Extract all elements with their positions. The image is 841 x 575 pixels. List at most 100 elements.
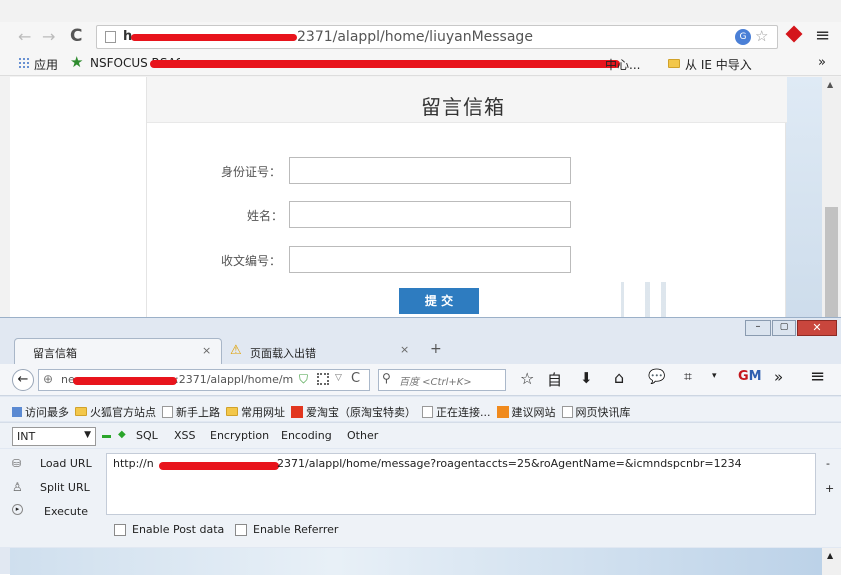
field-label-name: 姓名： <box>247 209 284 223</box>
increment-icon[interactable]: ◆ <box>118 429 126 440</box>
decrement-icon[interactable] <box>102 435 111 438</box>
new-tab-button[interactable]: + <box>430 341 442 357</box>
select-value: INT <box>17 430 36 443</box>
redaction <box>73 377 177 385</box>
red-extension-icon[interactable] <box>785 25 803 43</box>
bookmark-taobao[interactable]: 爱淘宝（原淘宝特卖） <box>291 402 416 421</box>
execute-button[interactable]: Execute <box>44 505 88 518</box>
dropdown-arrow-icon[interactable]: ▾ <box>712 371 717 381</box>
tab-label: 留言信箱 <box>33 347 77 360</box>
dropdown-icon[interactable]: ▽ <box>335 373 342 383</box>
bookmark-getting-started[interactable]: 新手上路 <box>162 402 220 421</box>
referrer-checkbox[interactable] <box>235 524 247 536</box>
bookmark-label: 网页快讯库 <box>575 405 631 419</box>
post-checkbox[interactable] <box>114 524 126 536</box>
scroll-up-icon[interactable]: ▲ <box>827 551 833 560</box>
bookmark-star-icon[interactable]: ☆ <box>520 369 534 388</box>
overflow-icon[interactable]: » <box>774 368 783 386</box>
submit-button[interactable]: 提 交 <box>399 288 479 314</box>
reload-icon[interactable]: C <box>351 371 360 386</box>
scroll-thumb[interactable] <box>825 207 838 324</box>
bookmark-ie-import[interactable]: 从 IE 中导入 <box>685 56 752 73</box>
taobao-icon <box>291 405 303 418</box>
firefox-url-bar[interactable]: ⊕ ne :2371/alappl/home/m ⛉ ▽ C <box>38 369 370 391</box>
bookmark-apps[interactable]: 应用 <box>34 56 58 73</box>
download-icon[interactable]: ⬇ <box>580 369 593 387</box>
reader-icon[interactable]: 自 <box>547 369 562 390</box>
chat-icon[interactable]: 💬 <box>648 369 665 385</box>
id-number-input[interactable] <box>289 157 571 184</box>
firefox-bookmarks-bar: 访问最多 火狐官方站点 新手上路 常用网址 爱淘宝（原淘宝特卖） 正在连接...… <box>0 397 841 421</box>
more-bookmarks-button[interactable]: » <box>818 55 826 70</box>
load-url-button[interactable]: Load URL <box>40 457 92 470</box>
qr-icon[interactable] <box>317 373 329 385</box>
bookmark-label: 正在连接... <box>436 405 491 419</box>
redaction <box>159 462 279 470</box>
forward-icon[interactable]: → <box>42 27 55 46</box>
scroll-up-icon[interactable]: ▲ <box>827 80 833 89</box>
close-button[interactable]: ✕ <box>797 320 837 336</box>
search-placeholder: 百度 <Ctrl+K> <box>399 377 472 388</box>
hackbar-type-select[interactable]: INT ▼ <box>12 427 96 446</box>
back-icon[interactable]: ← <box>18 27 31 46</box>
firefox-nav-bar: ← ⊕ ne :2371/alappl/home/m ⛉ ▽ C ⚲ 百度 <C… <box>0 364 841 396</box>
chrome-window: ← → C h 2371/alappl/home/liuyanMessage G… <box>0 0 841 324</box>
plus-icon[interactable]: + <box>825 482 834 495</box>
doc-number-input[interactable] <box>289 246 571 273</box>
back-button[interactable]: ← <box>12 369 34 391</box>
chrome-toolbar: ← → C h 2371/alappl/home/liuyanMessage G… <box>0 22 841 52</box>
bookmark-label: 爱淘宝（原淘宝特卖） <box>306 405 416 419</box>
home-icon[interactable]: ⌂ <box>614 368 624 387</box>
extension-icon[interactable]: G <box>735 29 751 45</box>
gm-icon[interactable]: GM <box>738 369 762 384</box>
folder-icon <box>75 407 87 416</box>
form-panel: 留言信箱 身份证号： 姓名： 收文编号： 提 交 <box>146 77 787 324</box>
minimize-button[interactable]: – <box>745 320 771 336</box>
bookmark-firefox-site[interactable]: 火狐官方站点 <box>75 402 156 421</box>
star-icon[interactable]: ☆ <box>755 27 768 45</box>
firefox-menu-icon[interactable]: ≡ <box>810 366 825 387</box>
menu-sql[interactable]: SQL <box>136 429 158 442</box>
bookmark-more[interactable]: 中心... <box>605 56 640 73</box>
bookmark-label: 建议网站 <box>511 405 556 419</box>
apps-icon[interactable] <box>18 57 29 68</box>
menu-xss[interactable]: XSS <box>174 429 196 442</box>
bookmark-webslice[interactable]: 网页快讯库 <box>561 402 631 421</box>
reload-icon[interactable]: C <box>70 26 82 46</box>
search-box[interactable]: ⚲ 百度 <Ctrl+K> <box>378 369 506 391</box>
menu-icon[interactable]: ≡ <box>815 25 830 46</box>
shield-icon[interactable]: ⛉ <box>299 372 308 387</box>
menu-encryption[interactable]: Encryption <box>210 429 269 442</box>
redaction <box>150 60 620 68</box>
bookmark-most-visited[interactable]: 访问最多 <box>12 402 69 421</box>
chrome-address-bar[interactable]: h 2371/alappl/home/liuyanMessage G ☆ <box>96 25 778 49</box>
bookmark-label: 新手上路 <box>176 405 220 419</box>
bookmark-suggested[interactable]: 建议网站 <box>496 402 556 421</box>
tab-label: 页面载入出错 <box>250 347 316 360</box>
bookmark-common-sites[interactable]: 常用网址 <box>226 402 285 421</box>
split-url-icon: ♙ <box>12 480 23 494</box>
tab-close-icon[interactable]: × <box>400 343 409 356</box>
hackbar-url-prefix: http://n <box>113 457 154 470</box>
firefox-scrollbar[interactable]: ▲ <box>822 548 841 575</box>
crop-icon[interactable]: ⌗ <box>684 369 692 385</box>
name-input[interactable] <box>289 201 571 228</box>
bookmark-connecting[interactable]: 正在连接... <box>422 402 491 421</box>
tab-active[interactable]: 留言信箱 × <box>14 338 222 364</box>
chrome-scrollbar[interactable]: ▲ <box>822 77 841 324</box>
globe-icon: ⊕ <box>43 372 54 386</box>
page-icon <box>422 405 433 418</box>
menu-other[interactable]: Other <box>347 429 378 442</box>
firefox-window: – ▢ ✕ 留言信箱 × ⚠ 页面载入出错 × + ← ⊕ ne :2371/a… <box>0 317 841 575</box>
submit-label: 提 交 <box>424 294 454 308</box>
enable-referrer-label: Enable Referrer <box>253 523 339 536</box>
minus-icon[interactable]: - <box>826 457 830 470</box>
tab-inactive[interactable]: ⚠ 页面载入出错 × <box>224 340 420 364</box>
split-url-button[interactable]: Split URL <box>40 481 90 494</box>
tab-close-icon[interactable]: × <box>202 344 211 357</box>
chrome-bookmarks-bar: 应用 ★ NSFOCUS RSAS 中心... 从 IE 中导入 » <box>0 52 841 76</box>
maximize-button[interactable]: ▢ <box>772 320 796 336</box>
menu-encoding[interactable]: Encoding <box>281 429 332 442</box>
hackbar-url-textarea[interactable]: http://n 2371/alappl/home/message?roagen… <box>106 453 816 515</box>
hackbar-body: ⛁ Load URL ♙ Split URL ▸ Execute http://… <box>0 449 841 547</box>
